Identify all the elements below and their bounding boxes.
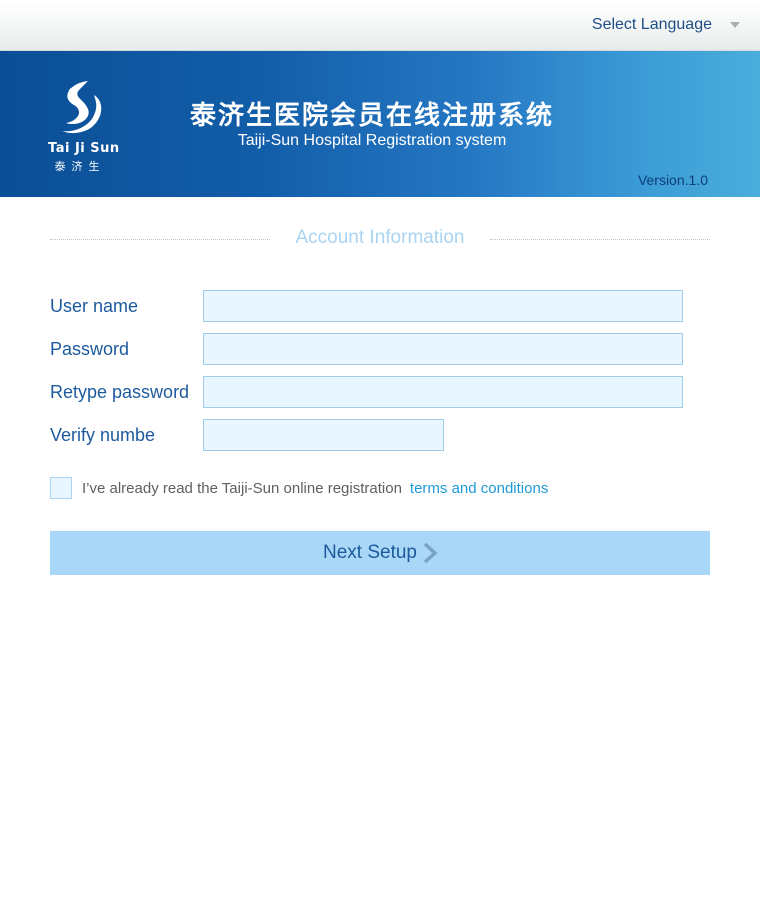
system-title-cn: 泰济生医院会员在线注册系统 [189, 100, 554, 130]
terms-checkbox[interactable] [50, 477, 72, 499]
password-label: Password [50, 339, 130, 359]
terms-agreement: I’ve already read the Taiji-Sun online r… [50, 477, 548, 499]
terms-link[interactable]: terms and conditions [410, 480, 548, 497]
password-input[interactable] [203, 333, 683, 365]
top-bar: Select Language [0, 0, 760, 51]
next-setup-button[interactable]: Next Setup [50, 531, 710, 575]
header-banner: Tai Ji Sun 泰济生 泰济生医院会员在线注册系统 Taiji-Sun H… [0, 51, 760, 197]
retype-password-label: Retype password [50, 382, 190, 402]
version-label: Version.1.0 [637, 172, 708, 188]
system-subtitle: Taiji-Sun Hospital Registration system [237, 132, 507, 149]
retype-password-input[interactable] [203, 376, 683, 408]
divider-left [50, 239, 270, 240]
language-selector[interactable]: Select Language [592, 0, 740, 50]
divider-right [490, 239, 710, 240]
verify-number-input[interactable] [203, 419, 444, 451]
section-title: Account Information [295, 227, 465, 248]
language-selector-label: Select Language [591, 16, 712, 33]
retype-password-row: Retype password [50, 376, 690, 410]
chevron-right-icon [423, 542, 437, 564]
section-header: Account Information [50, 226, 710, 252]
username-label: User name [50, 296, 139, 316]
username-input[interactable] [203, 290, 683, 322]
verify-number-row: Verify numbe [50, 419, 690, 453]
chevron-down-icon [730, 22, 740, 28]
next-setup-label: Next Setup [323, 542, 417, 563]
verify-number-label: Verify numbe [50, 425, 156, 445]
username-row: User name [50, 290, 690, 324]
logo-wordmark-cn: 泰济生 [54, 161, 106, 173]
password-row: Password [50, 333, 690, 367]
terms-agreement-text: I’ve already read the Taiji-Sun online r… [82, 479, 402, 497]
